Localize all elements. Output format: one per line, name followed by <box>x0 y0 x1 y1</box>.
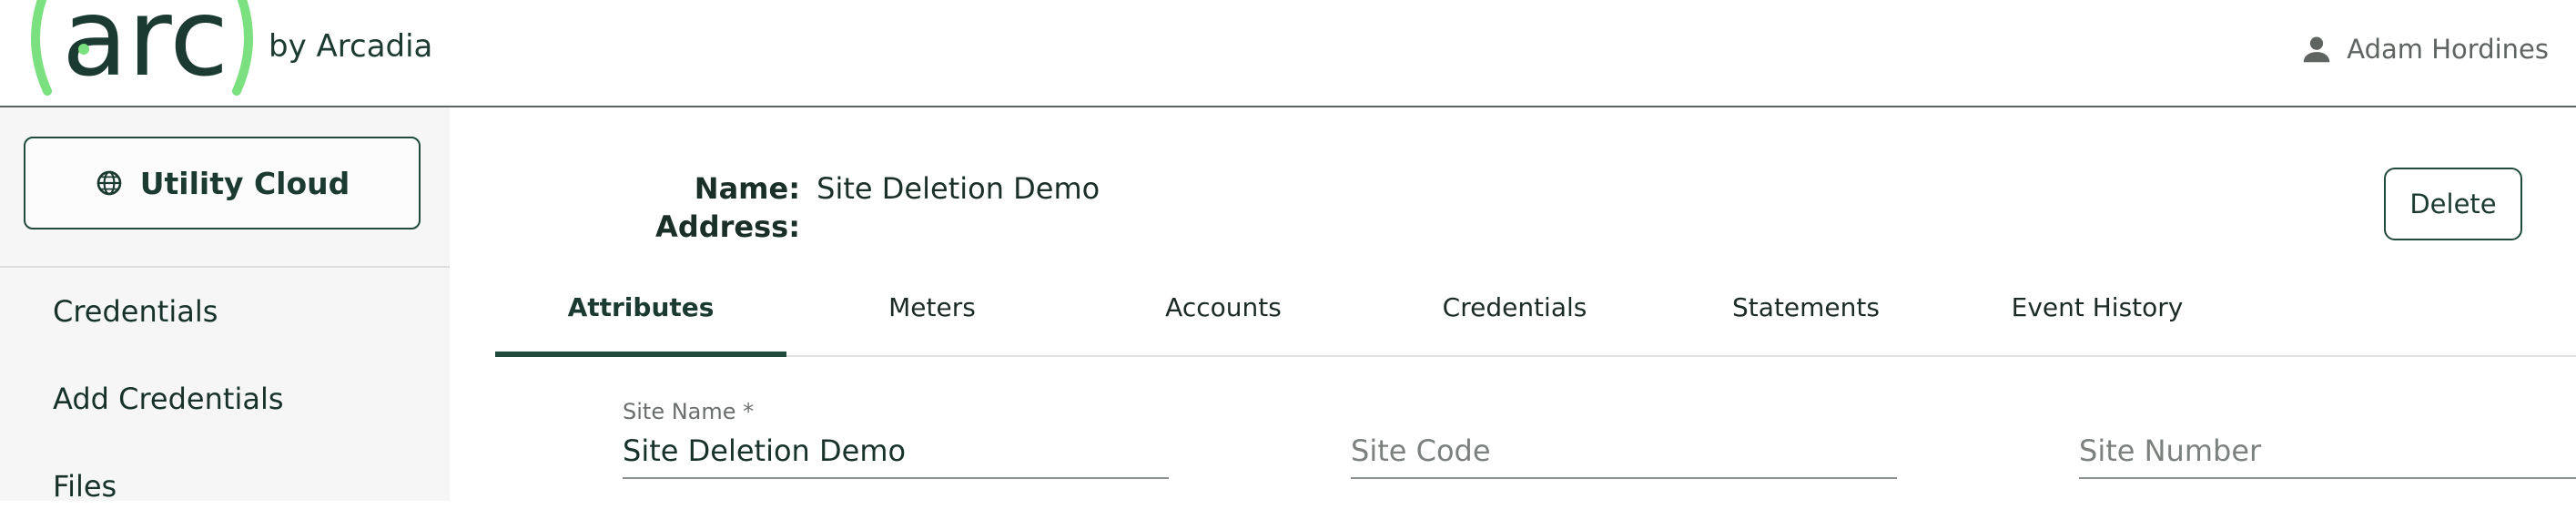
tab-accounts[interactable]: Accounts <box>1078 271 1369 355</box>
sidebar: Utility Cloud Credentials Add Credential… <box>0 107 450 504</box>
site-number-field <box>2079 399 2576 479</box>
site-name-row: Name: Site Deletion Demo <box>563 169 1100 208</box>
site-name-input[interactable] <box>623 428 1169 479</box>
user-name: Adam Hordines <box>2347 34 2549 65</box>
tab-event-history[interactable]: Event History <box>1952 271 2243 355</box>
user-menu[interactable]: Adam Hordines <box>2299 31 2549 67</box>
main-content: Name: Site Deletion Demo Address: Delete… <box>450 107 2576 501</box>
site-name-field: Site Name * <box>623 399 1169 479</box>
tab-meters[interactable]: Meters <box>786 271 1078 355</box>
tab-credentials[interactable]: Credentials <box>1369 271 1660 355</box>
name-label: Name: <box>694 171 800 206</box>
delete-button[interactable]: Delete <box>2384 168 2522 240</box>
address-label: Address: <box>655 209 800 244</box>
site-info: Name: Site Deletion Demo Address: <box>563 169 1100 246</box>
person-icon <box>2304 36 2330 63</box>
arc-logo[interactable]: arc <box>27 0 255 97</box>
tab-statements[interactable]: Statements <box>1660 271 1952 355</box>
utility-cloud-label: Utility Cloud <box>139 165 350 201</box>
brand-byline: by Arcadia <box>269 28 433 65</box>
app-header: arc by Arcadia Adam Hordines <box>0 0 2576 107</box>
tab-attributes[interactable]: Attributes <box>495 271 786 357</box>
site-tabs: Attributes Meters Accounts Credentials S… <box>495 271 2576 357</box>
site-name-label: Site Name * <box>623 399 755 424</box>
sidebar-nav: Credentials Add Credentials Files <box>0 268 450 530</box>
sidebar-item-files[interactable]: Files <box>0 443 450 530</box>
utility-cloud-button[interactable]: Utility Cloud <box>24 137 421 229</box>
sidebar-item-credentials[interactable]: Credentials <box>0 268 450 355</box>
sidebar-header: Utility Cloud <box>0 107 450 268</box>
site-code-input[interactable] <box>1351 428 1897 479</box>
site-code-field <box>1351 399 1897 479</box>
sidebar-item-add-credentials[interactable]: Add Credentials <box>0 355 450 443</box>
globe-icon <box>96 170 122 196</box>
site-number-input[interactable] <box>2079 428 2576 479</box>
site-name-value: Site Deletion Demo <box>816 171 1100 206</box>
site-address-row: Address: <box>563 208 1100 246</box>
